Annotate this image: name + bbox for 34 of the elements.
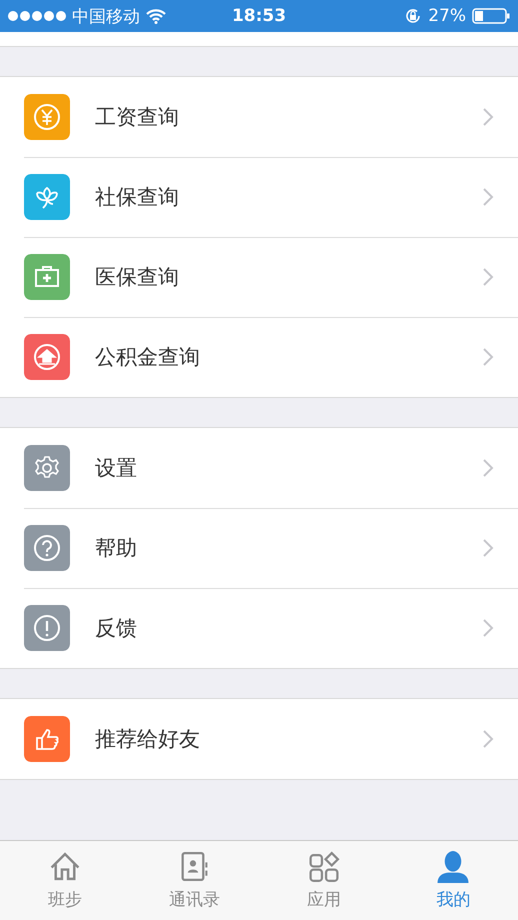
menu-label: 设置 [95, 455, 138, 482]
tab[interactable]: 我的 [388, 841, 518, 920]
clock-time: 18:53 [232, 6, 286, 26]
chevron-icon [482, 618, 494, 638]
menu-item[interactable]: 公积金查询 [0, 317, 518, 397]
menu-item[interactable]: 医保查询 [0, 237, 518, 317]
battery-icon [472, 8, 510, 24]
carrier-name: 中国移动 [72, 6, 140, 28]
menu-item[interactable]: 工资查询 [0, 77, 518, 157]
signal-icon [8, 11, 66, 21]
rotation-lock-icon [404, 7, 422, 25]
menu-item[interactable]: 推荐给好友 [0, 699, 518, 779]
chevron-icon [482, 347, 494, 367]
apps-icon [306, 850, 341, 884]
menu-item[interactable]: 帮助 [0, 508, 518, 588]
menu-item[interactable]: 反馈 [0, 588, 518, 668]
menu-item[interactable]: 社保查询 [0, 157, 518, 237]
chevron-icon [482, 187, 494, 207]
person-icon [436, 850, 470, 884]
wifi-icon [146, 8, 166, 24]
chevron-icon [482, 458, 494, 478]
chevron-icon [482, 267, 494, 287]
menu-item[interactable]: 设置 [0, 428, 518, 508]
menu-label: 工资查询 [95, 104, 180, 131]
menu-label: 帮助 [95, 535, 138, 562]
menu-label: 医保查询 [95, 264, 180, 291]
chevron-icon [482, 538, 494, 558]
menu-label: 推荐给好友 [95, 726, 201, 753]
battery-percent: 27% [428, 6, 466, 26]
menu-label: 反馈 [95, 615, 138, 642]
chevron-icon [482, 107, 494, 127]
menu-label: 公积金查询 [95, 344, 201, 371]
menu-label: 社保查询 [95, 184, 180, 211]
chevron-icon [482, 729, 494, 749]
